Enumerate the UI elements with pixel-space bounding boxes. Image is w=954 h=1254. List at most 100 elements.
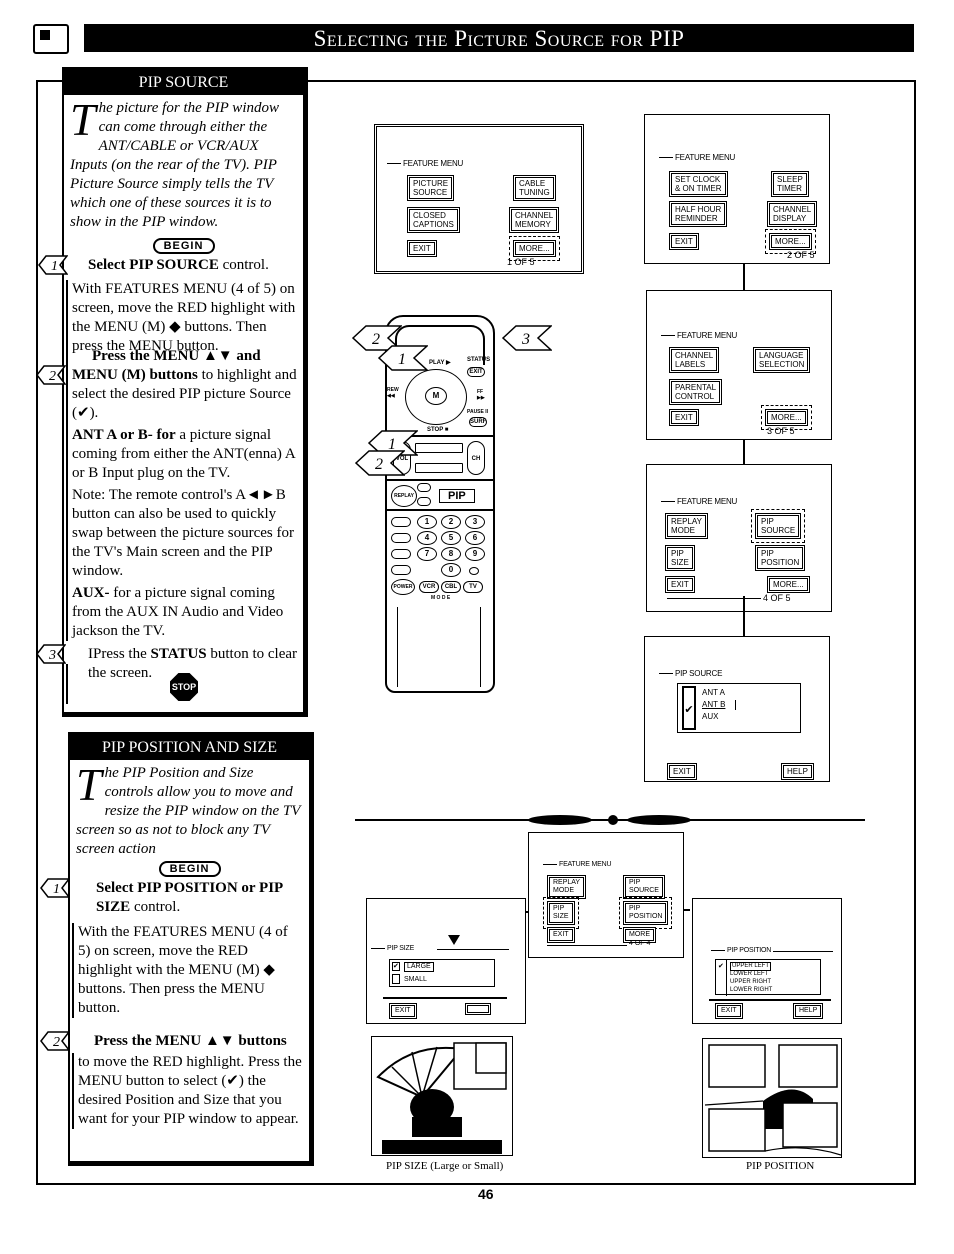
panel-title: PIP SOURCE xyxy=(64,69,303,95)
menu-button-exit[interactable]: EXIT xyxy=(665,576,695,593)
menu-button-pip-size[interactable]: PIP SIZE xyxy=(665,545,695,571)
menu-button-set-clock[interactable]: SET CLOCK & ON TIMER xyxy=(669,171,728,197)
digit-key-2[interactable]: 2 xyxy=(441,515,461,529)
digit-key-5[interactable]: 5 xyxy=(441,531,461,545)
pip-key[interactable] xyxy=(417,483,431,492)
menu-button-cable-tuning[interactable]: CABLE TUNING xyxy=(513,175,556,201)
menu-button-pip-source[interactable]: PIP SOURCE xyxy=(623,875,665,899)
callout-badge-1: 1 xyxy=(378,345,428,371)
pip-source-screen: PIP SOURCE ✔ ANT A ANT B AUX EXIT HELP xyxy=(644,636,830,782)
option-upper-left[interactable]: UPPER LEFT xyxy=(730,962,772,971)
menu-button-more[interactable]: MORE... xyxy=(767,576,810,593)
step-number-badge: 3 xyxy=(36,644,67,664)
enter-key[interactable] xyxy=(391,565,411,575)
menu-button-language[interactable]: LANGUAGE SELECTION xyxy=(753,347,811,373)
option-small[interactable]: SMALL xyxy=(404,975,427,985)
option-ant-b[interactable]: ANT B xyxy=(702,700,737,710)
digit-key-4[interactable]: 4 xyxy=(417,531,437,545)
menu-button-exit[interactable]: EXIT xyxy=(669,233,699,250)
option-ant-a[interactable]: ANT A xyxy=(702,688,725,698)
swap-key[interactable] xyxy=(391,517,411,527)
menu-button-replay-mode[interactable]: REPLAY MODE xyxy=(665,513,708,539)
flow-arrow xyxy=(738,596,750,648)
digit-key-3[interactable]: 3 xyxy=(465,515,485,529)
digit-key-7[interactable]: 7 xyxy=(417,547,437,561)
exit-button[interactable]: EXIT xyxy=(389,1003,417,1019)
digit-key-9[interactable]: 9 xyxy=(465,547,485,561)
option-lower-left[interactable]: LOWER LEFT xyxy=(730,971,768,978)
pip-size-list: ✔ LARGE SMALL xyxy=(389,959,495,987)
mode-vcr-key[interactable]: VCR xyxy=(419,581,439,593)
step-1: 1 Select PIP SOURCE control. xyxy=(38,255,303,275)
option-upper-right[interactable]: UPPER RIGHT xyxy=(730,979,771,986)
power-button[interactable]: POWER xyxy=(391,579,415,595)
menu-button-channel-memory[interactable]: CHANNEL MEMORY xyxy=(509,207,560,233)
menu-button-pip-position[interactable]: PIP POSITION xyxy=(755,545,806,571)
pip-key[interactable] xyxy=(417,497,431,506)
exit-button[interactable]: EXIT xyxy=(667,763,697,780)
exit-button[interactable]: EXIT xyxy=(715,1003,743,1019)
menu-button-channel-display[interactable]: CHANNEL DISPLAY xyxy=(767,201,818,227)
menu-button-sleep-timer[interactable]: SLEEP TIMER xyxy=(771,171,809,197)
dot-key[interactable] xyxy=(469,567,479,575)
status-button[interactable] xyxy=(465,1003,491,1015)
callout-badge-3: 3 xyxy=(502,325,552,351)
menu-button-closed-captions[interactable]: CLOSED CAPTIONS xyxy=(407,207,460,233)
option-lower-right[interactable]: LOWER RIGHT xyxy=(730,987,772,994)
menu-button-more[interactable]: MORE... xyxy=(509,236,560,261)
feature-menu-screen-2: FEATURE MENU SET CLOCK & ON TIMER SLEEP … xyxy=(644,114,830,264)
option-large[interactable]: LARGE xyxy=(404,962,434,972)
section-divider xyxy=(355,815,865,825)
menu-button-replay-mode[interactable]: REPLAY MODE xyxy=(547,875,587,899)
replay-button[interactable]: REPLAY xyxy=(391,485,417,507)
pip-position-caption: PIP POSITION xyxy=(746,1160,815,1172)
svg-text:3: 3 xyxy=(521,331,530,348)
menu-button-parental[interactable]: PARENTAL CONTROL xyxy=(669,379,723,405)
menu-m-button[interactable]: M xyxy=(425,387,447,405)
exit-key[interactable]: EXIT xyxy=(467,367,485,377)
intro-text: The PIP Position and Size controls allow… xyxy=(76,759,301,858)
help-button[interactable]: HELP xyxy=(781,763,814,780)
step-number-badge: 2 xyxy=(40,1031,71,1051)
intro-text: The picture for the PIP window can come … xyxy=(70,94,279,231)
surf-key[interactable]: SURF xyxy=(469,417,487,427)
digit-key-8[interactable]: 8 xyxy=(441,547,461,561)
menu-button-pip-size[interactable]: PIP SIZE xyxy=(543,897,579,929)
feature-menu-screen-1: FEATURE MENU PICTURE SOURCE CABLE TUNING… xyxy=(374,124,584,274)
pip-corners-image xyxy=(704,1044,841,1156)
sleep-key[interactable] xyxy=(391,549,411,559)
menu-button-channel-labels[interactable]: CHANNEL LABELS xyxy=(669,347,720,373)
checkbox xyxy=(392,974,400,984)
help-button[interactable]: HELP xyxy=(793,1003,824,1019)
menu-button-more[interactable]: MORE... xyxy=(761,405,812,430)
ch-rocker[interactable]: CH xyxy=(467,441,485,475)
menu-button-more[interactable]: MORE... xyxy=(765,229,816,254)
menu-button-pip-position[interactable]: PIP POSITION xyxy=(618,897,673,929)
drop-cap: T xyxy=(70,94,96,145)
step-number-badge: 1 xyxy=(40,878,71,898)
step-number-badge: 1 xyxy=(38,255,69,275)
feature-menu-screen-3: FEATURE MENU CHANNEL LABELS LANGUAGE SEL… xyxy=(646,290,832,440)
digit-key-1[interactable]: 1 xyxy=(417,515,437,529)
tv-vcr-key[interactable] xyxy=(391,533,411,543)
pip-size-caption: PIP SIZE (Large or Small) xyxy=(386,1160,504,1172)
menu-button-exit[interactable]: EXIT xyxy=(669,409,699,426)
step-2: 2 Press the MENU ▲▼ buttons xyxy=(40,1031,309,1051)
menu-button-exit[interactable]: EXIT xyxy=(547,927,575,943)
pip-source-list: ✔ ANT A ANT B AUX xyxy=(677,683,801,733)
mode-cbl-key[interactable]: CBL xyxy=(441,581,461,593)
menu-button-half-hour[interactable]: HALF HOUR REMINDER xyxy=(669,201,728,227)
pip-position-panel: PIP POSITION AND SIZE The PIP Position a… xyxy=(40,732,314,1166)
panel-title: PIP POSITION AND SIZE xyxy=(70,734,309,760)
menu-button-exit[interactable]: EXIT xyxy=(407,240,437,257)
digit-key-0[interactable]: 0 xyxy=(441,563,461,577)
stop-icon: STOP xyxy=(170,673,198,701)
note-text: Note: The remote control's A◄►B button c… xyxy=(72,487,294,579)
svg-text:2: 2 xyxy=(375,456,383,473)
mode-tv-key[interactable]: TV xyxy=(463,581,483,593)
option-aux[interactable]: AUX xyxy=(702,712,718,722)
menu-button-picture-source[interactable]: PICTURE SOURCE xyxy=(407,175,455,201)
digit-key-6[interactable]: 6 xyxy=(465,531,485,545)
beach-scene-image xyxy=(376,1042,507,1154)
menu-button-pip-source[interactable]: PIP SOURCE xyxy=(750,509,806,543)
